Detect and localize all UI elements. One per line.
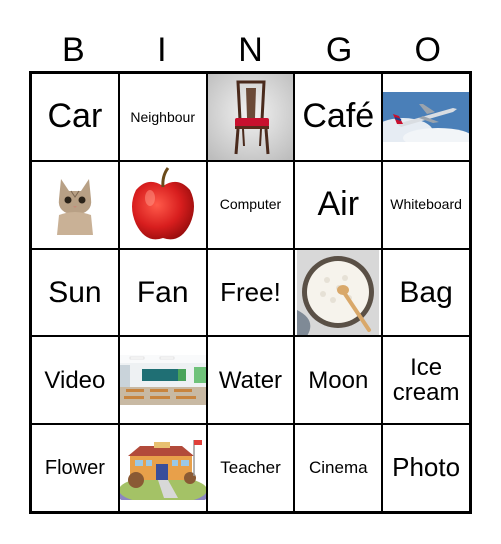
cell-label: Whiteboard [390, 196, 462, 213]
cell-label: Flower [44, 456, 105, 479]
bingo-cell-chair[interactable] [206, 73, 295, 161]
cell-label: Car [47, 97, 103, 136]
header-letter-i: I [157, 31, 167, 69]
apple-icon [128, 166, 198, 244]
cell-label: Café [302, 97, 375, 136]
airplane-icon [383, 91, 470, 142]
bingo-cell-café[interactable]: Café [294, 73, 383, 161]
bingo-cell-cinema[interactable]: Cinema [294, 424, 383, 512]
cell-label: Computer [219, 196, 282, 213]
bingo-cell-fan[interactable]: Fan [118, 248, 207, 337]
bingo-cell-car[interactable]: Car [31, 73, 119, 161]
header-letter-g: G [325, 31, 353, 69]
bingo-cell-teacher[interactable]: Teacher [206, 424, 295, 512]
cell-label: Sun [48, 275, 102, 309]
cell-label: Cinema [308, 458, 368, 478]
bingo-cell-computer[interactable]: Computer [206, 160, 295, 249]
bingo-cell-airplane[interactable] [382, 73, 470, 161]
bingo-cell-classroom[interactable] [118, 336, 207, 425]
header-letter-b: B [61, 31, 85, 69]
rice-bowl-icon [297, 249, 380, 336]
cell-label: Moon [308, 366, 369, 394]
cell-label: Teacher [220, 458, 281, 478]
bingo-cell-school[interactable] [118, 424, 207, 512]
bingo-cell-ice-cream[interactable]: Ice cream [382, 336, 470, 425]
bingo-cell-neighbour[interactable]: Neighbour [118, 73, 207, 161]
cell-label: Video [44, 366, 106, 394]
cell-label: Bag [399, 275, 453, 309]
bingo-cell-water[interactable]: Water [206, 336, 295, 425]
bingo-cell-whiteboard[interactable]: Whiteboard [382, 160, 470, 249]
bingo-cell-sun[interactable]: Sun [31, 248, 119, 337]
bingo-card-grid: Car Neighbour Café Computer Air Whiteboa… [29, 71, 472, 514]
bingo-header: B I N G O [29, 28, 472, 72]
bingo-cell-video[interactable]: Video [31, 336, 119, 425]
chair-icon [207, 73, 294, 160]
bingo-cell-photo[interactable]: Photo [382, 424, 470, 512]
header-letter-n: N [238, 31, 263, 69]
cell-label: Ice cream [392, 354, 460, 407]
cat-icon [52, 172, 97, 237]
bingo-cell-bag[interactable]: Bag [382, 248, 470, 337]
cell-label: Free! [220, 276, 281, 307]
cell-label: Neighbour [130, 108, 195, 125]
cell-label: Fan [136, 275, 189, 309]
school-icon [119, 436, 206, 501]
header-letter-o: O [414, 31, 441, 69]
bingo-cell-cat[interactable] [31, 160, 119, 249]
cell-label: Photo [392, 452, 461, 483]
bingo-cell-moon[interactable]: Moon [294, 336, 383, 425]
classroom-icon [119, 355, 206, 406]
bingo-cell-flower[interactable]: Flower [31, 424, 119, 512]
cell-label: Air [317, 184, 360, 223]
free-space-cell[interactable]: Free! [206, 248, 295, 337]
bingo-cell-apple[interactable] [118, 160, 207, 249]
cell-label: Water [218, 366, 283, 394]
bingo-cell-rice-bowl[interactable] [294, 248, 383, 337]
bingo-cell-air[interactable]: Air [294, 160, 383, 249]
